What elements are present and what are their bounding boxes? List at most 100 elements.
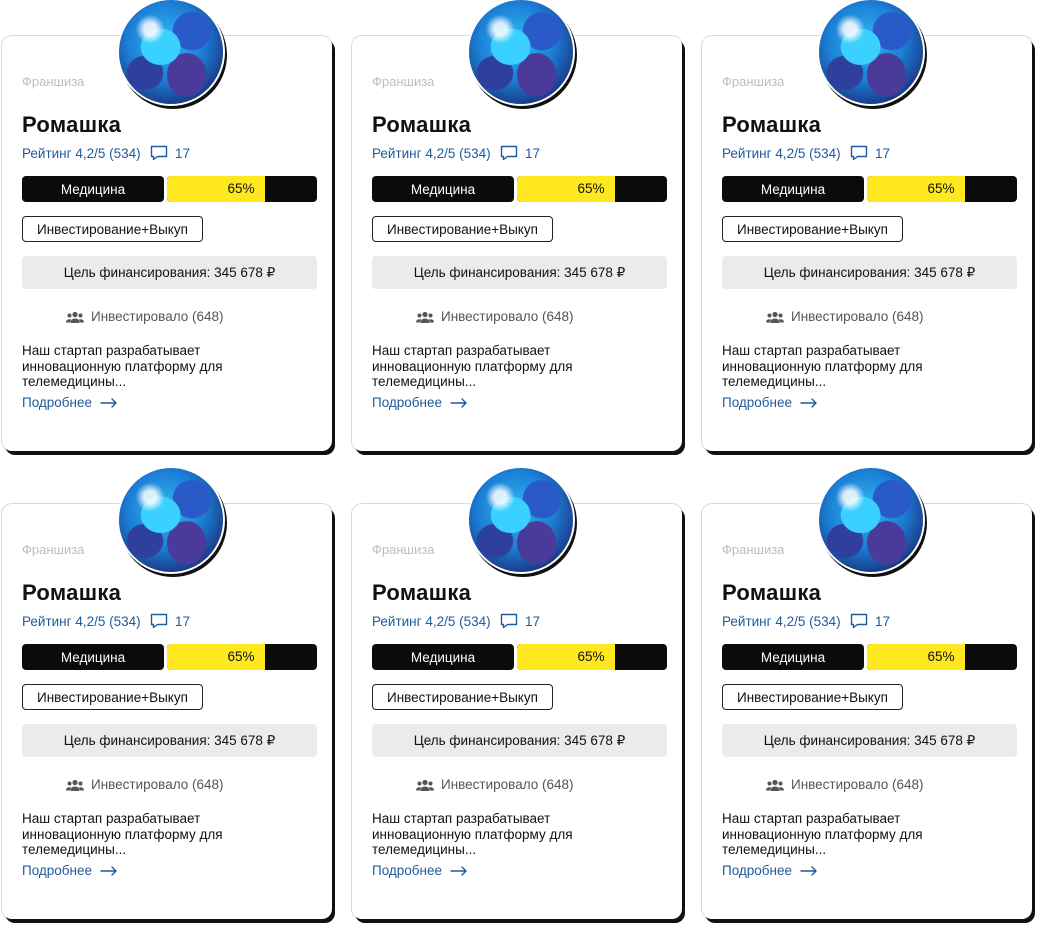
investors-count-label: Инвестировало (648) [91, 309, 224, 324]
project-card[interactable]: Франшиза Ромашка Рейтинг 4,2/5 (534) 17 … [2, 0, 332, 451]
more-link-label: Подробнее [22, 395, 93, 410]
more-link-label: Подробнее [722, 863, 793, 878]
funding-goal: Цель финансирования: 345 678 ₽ [372, 256, 667, 289]
sector-badge: Медицина [722, 644, 864, 670]
funding-progress-label: 65% [227, 649, 255, 664]
project-card-grid: Франшиза Ромашка Рейтинг 4,2/5 (534) 17 … [0, 0, 1042, 928]
arrow-right-icon [100, 865, 117, 876]
comments-count[interactable]: 17 [150, 613, 190, 629]
investors-count: Инвестировало (648) [416, 309, 574, 324]
project-description: Наш стартап разрабатывает инновационную … [22, 343, 223, 389]
chat-bubble-icon [500, 145, 518, 161]
funding-progress-bar: 65% [867, 644, 1017, 670]
comments-count[interactable]: 17 [850, 613, 890, 629]
investors-count: Инвестировало (648) [416, 777, 574, 792]
people-icon [766, 779, 784, 791]
more-link-label: Подробнее [372, 395, 443, 410]
comments-count-value: 17 [525, 145, 541, 161]
project-avatar-planet [469, 0, 573, 104]
funding-progress-fill: 65% [867, 176, 965, 202]
project-card[interactable]: Франшиза Ромашка Рейтинг 4,2/5 (534) 17 … [702, 468, 1032, 919]
category-label: Франшиза [22, 542, 85, 557]
project-title[interactable]: Ромашка [22, 112, 121, 138]
comments-count[interactable]: 17 [850, 145, 890, 161]
arrow-right-icon [800, 865, 817, 876]
investors-count-label: Инвестировало (648) [791, 777, 924, 792]
comments-count[interactable]: 17 [500, 613, 540, 629]
more-link[interactable]: Подробнее [722, 863, 818, 878]
funding-progress-label: 65% [577, 181, 605, 196]
sector-badge: Медицина [722, 176, 864, 202]
deal-type-tag: Инвестирование+Выкуп [22, 216, 203, 242]
rating-text[interactable]: Рейтинг 4,2/5 (534) [22, 146, 141, 161]
comments-count-value: 17 [175, 145, 191, 161]
investors-count-label: Инвестировало (648) [791, 309, 924, 324]
funding-progress-bar: 65% [167, 644, 317, 670]
project-card[interactable]: Франшиза Ромашка Рейтинг 4,2/5 (534) 17 … [352, 468, 682, 919]
funding-goal: Цель финансирования: 345 678 ₽ [22, 256, 317, 289]
people-icon [416, 311, 434, 323]
people-icon [416, 779, 434, 791]
more-link[interactable]: Подробнее [372, 863, 468, 878]
funding-progress-bar: 65% [517, 176, 667, 202]
comments-count-value: 17 [525, 613, 541, 629]
funding-progress-fill: 65% [517, 644, 615, 670]
rating-text[interactable]: Рейтинг 4,2/5 (534) [372, 614, 491, 629]
investors-count: Инвестировало (648) [66, 777, 224, 792]
project-card[interactable]: Франшиза Ромашка Рейтинг 4,2/5 (534) 17 … [2, 468, 332, 919]
chat-bubble-icon [850, 613, 868, 629]
funding-goal: Цель финансирования: 345 678 ₽ [722, 256, 1017, 289]
chat-bubble-icon [150, 145, 168, 161]
rating-text[interactable]: Рейтинг 4,2/5 (534) [372, 146, 491, 161]
rating-text[interactable]: Рейтинг 4,2/5 (534) [22, 614, 141, 629]
project-title[interactable]: Ромашка [722, 112, 821, 138]
investors-count: Инвестировало (648) [766, 777, 924, 792]
rating-text[interactable]: Рейтинг 4,2/5 (534) [722, 146, 841, 161]
funding-goal: Цель финансирования: 345 678 ₽ [372, 724, 667, 757]
project-card[interactable]: Франшиза Ромашка Рейтинг 4,2/5 (534) 17 … [352, 0, 682, 451]
project-title[interactable]: Ромашка [372, 112, 471, 138]
category-label: Франшиза [22, 74, 85, 89]
comments-count[interactable]: 17 [150, 145, 190, 161]
project-description: Наш стартап разрабатывает инновационную … [372, 811, 573, 857]
project-avatar-planet [469, 468, 573, 572]
people-icon [66, 311, 84, 323]
project-avatar-planet [819, 0, 923, 104]
more-link[interactable]: Подробнее [22, 395, 118, 410]
investors-count-label: Инвестировало (648) [441, 309, 574, 324]
rating-text[interactable]: Рейтинг 4,2/5 (534) [722, 614, 841, 629]
investors-count-label: Инвестировало (648) [441, 777, 574, 792]
comments-count-value: 17 [175, 613, 191, 629]
project-title[interactable]: Ромашка [372, 580, 471, 606]
funding-progress-label: 65% [577, 649, 605, 664]
comments-count[interactable]: 17 [500, 145, 540, 161]
project-avatar-planet [119, 0, 223, 104]
more-link[interactable]: Подробнее [372, 395, 468, 410]
project-description: Наш стартап разрабатывает инновационную … [372, 343, 573, 389]
sector-badge: Медицина [22, 176, 164, 202]
deal-type-tag: Инвестирование+Выкуп [722, 216, 903, 242]
deal-type-tag: Инвестирование+Выкуп [372, 684, 553, 710]
funding-progress-label: 65% [927, 649, 955, 664]
project-card[interactable]: Франшиза Ромашка Рейтинг 4,2/5 (534) 17 … [702, 0, 1032, 451]
more-link[interactable]: Подробнее [722, 395, 818, 410]
people-icon [66, 779, 84, 791]
sector-badge: Медицина [372, 176, 514, 202]
more-link[interactable]: Подробнее [22, 863, 118, 878]
deal-type-tag: Инвестирование+Выкуп [722, 684, 903, 710]
project-title[interactable]: Ромашка [722, 580, 821, 606]
people-icon [766, 311, 784, 323]
comments-count-value: 17 [875, 145, 891, 161]
more-link-label: Подробнее [372, 863, 443, 878]
project-description: Наш стартап разрабатывает инновационную … [22, 811, 223, 857]
chat-bubble-icon [500, 613, 518, 629]
project-avatar-planet [819, 468, 923, 572]
deal-type-tag: Инвестирование+Выкуп [372, 216, 553, 242]
funding-goal: Цель финансирования: 345 678 ₽ [722, 724, 1017, 757]
category-label: Франшиза [372, 74, 435, 89]
project-title[interactable]: Ромашка [22, 580, 121, 606]
funding-progress-fill: 65% [167, 644, 265, 670]
project-description: Наш стартап разрабатывает инновационную … [722, 811, 923, 857]
sector-badge: Медицина [372, 644, 514, 670]
funding-progress-fill: 65% [867, 644, 965, 670]
